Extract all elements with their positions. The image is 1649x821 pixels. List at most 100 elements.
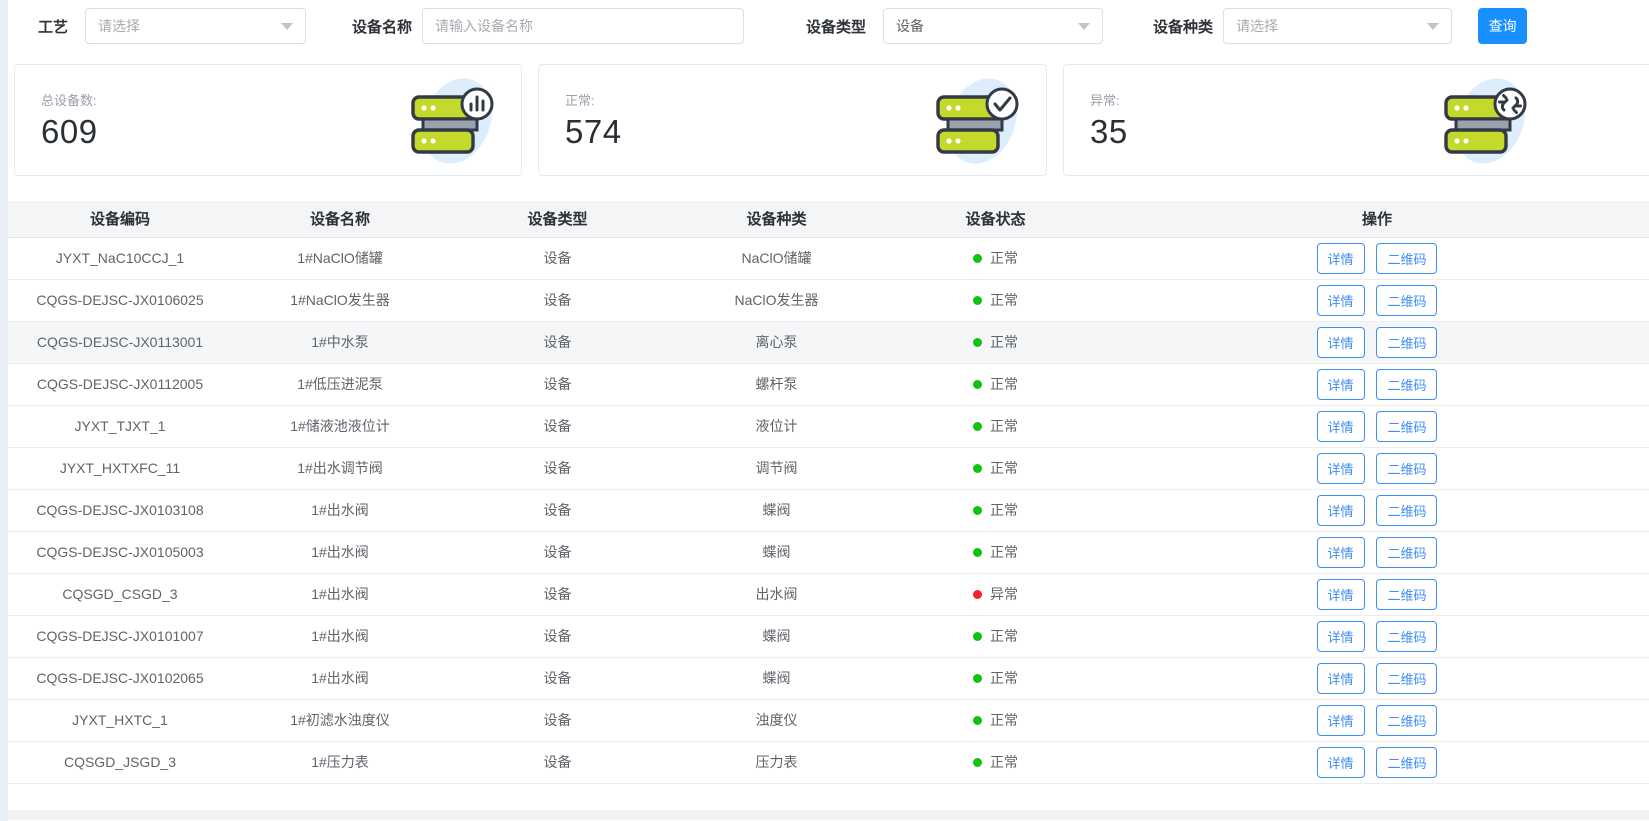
detail-button[interactable]: 详情 xyxy=(1317,285,1365,316)
device-kind-select[interactable]: 请选择 xyxy=(1223,8,1452,44)
detail-button[interactable]: 详情 xyxy=(1317,705,1365,736)
qrcode-button[interactable]: 二维码 xyxy=(1376,243,1437,274)
main-content: 工艺 请选择 设备名称 设备类型 设备 设备种类 xyxy=(8,0,1649,821)
actions-cell: 详情 二维码 xyxy=(1105,531,1649,573)
status-label: 正常 xyxy=(990,458,1018,478)
detail-button[interactable]: 详情 xyxy=(1317,537,1365,568)
device-kind-cell: 出水阀 xyxy=(667,573,886,615)
device-name-cell: 1#出水阀 xyxy=(232,489,448,531)
qrcode-button[interactable]: 二维码 xyxy=(1376,411,1437,442)
actions-cell: 详情 二维码 xyxy=(1105,447,1649,489)
search-button[interactable]: 查询 xyxy=(1478,8,1527,44)
device-name-input[interactable] xyxy=(435,18,731,34)
chevron-down-icon xyxy=(281,23,293,30)
detail-button[interactable]: 详情 xyxy=(1317,747,1365,778)
device-code-cell: CQSGD_JSGD_3 xyxy=(8,741,232,783)
device-kind-cell: 蝶阀 xyxy=(667,657,886,699)
device-name-cell: 1#低压进泥泵 xyxy=(232,363,448,405)
detail-button[interactable]: 详情 xyxy=(1317,369,1365,400)
total-devices-card: 总设备数: 609 xyxy=(14,64,522,176)
device-table: 设备编码 设备名称 设备类型 设备种类 设备状态 操作 JYXT_NaC10CC… xyxy=(8,201,1649,784)
status-label: 正常 xyxy=(990,248,1018,268)
table-row: CQGS-DEJSC-JX0113001 1#中水泵 设备 离心泵 正常 详情 … xyxy=(8,321,1649,363)
device-kind-filter-group: 设备种类 请选择 xyxy=(1153,8,1452,44)
process-select[interactable]: 请选择 xyxy=(85,8,306,44)
actions-cell: 详情 二维码 xyxy=(1105,321,1649,363)
col-header-device-code: 设备编码 xyxy=(8,201,232,237)
status-dot-icon xyxy=(973,632,982,641)
status-dot-icon xyxy=(973,254,982,263)
device-name-cell: 1#出水阀 xyxy=(232,657,448,699)
device-kind-cell: 蝶阀 xyxy=(667,531,886,573)
device-code-cell: JYXT_NaC10CCJ_1 xyxy=(8,237,232,279)
detail-button[interactable]: 详情 xyxy=(1317,411,1365,442)
detail-button[interactable]: 详情 xyxy=(1317,327,1365,358)
detail-button[interactable]: 详情 xyxy=(1317,453,1365,484)
device-name-cell: 1#NaClO储罐 xyxy=(232,237,448,279)
status-dot-icon xyxy=(973,674,982,683)
status-label: 正常 xyxy=(990,668,1018,688)
equipment-list-page: 工艺 请选择 设备名称 设备类型 设备 设备种类 xyxy=(0,0,1649,821)
detail-button[interactable]: 详情 xyxy=(1317,243,1365,274)
detail-button[interactable]: 详情 xyxy=(1317,495,1365,526)
status-label: 异常 xyxy=(990,584,1018,604)
detail-button[interactable]: 详情 xyxy=(1317,621,1365,652)
device-status-cell: 正常 xyxy=(886,615,1105,657)
filter-bar: 工艺 请选择 设备名称 设备类型 设备 设备种类 xyxy=(8,0,1649,52)
device-status-cell: 正常 xyxy=(886,363,1105,405)
actions-cell: 详情 二维码 xyxy=(1105,699,1649,741)
actions-cell: 详情 二维码 xyxy=(1105,657,1649,699)
qrcode-button[interactable]: 二维码 xyxy=(1376,747,1437,778)
device-type-cell: 设备 xyxy=(448,741,667,783)
device-type-select[interactable]: 设备 xyxy=(883,8,1103,44)
device-code-cell: CQGS-DEJSC-JX0112005 xyxy=(8,363,232,405)
qrcode-button[interactable]: 二维码 xyxy=(1376,621,1437,652)
device-status-cell: 正常 xyxy=(886,741,1105,783)
col-header-device-kind: 设备种类 xyxy=(667,201,886,237)
device-kind-cell: 浊度仪 xyxy=(667,699,886,741)
qrcode-button[interactable]: 二维码 xyxy=(1376,663,1437,694)
table-row: JYXT_NaC10CCJ_1 1#NaClO储罐 设备 NaClO储罐 正常 … xyxy=(8,237,1649,279)
abnormal-devices-value: 35 xyxy=(1090,113,1649,151)
device-type-cell: 设备 xyxy=(448,531,667,573)
qrcode-button[interactable]: 二维码 xyxy=(1376,495,1437,526)
actions-cell: 详情 二维码 xyxy=(1105,405,1649,447)
detail-button[interactable]: 详情 xyxy=(1317,579,1365,610)
table-row: CQSGD_CSGD_3 1#出水阀 设备 出水阀 异常 详情 二维码 xyxy=(8,573,1649,615)
qrcode-button[interactable]: 二维码 xyxy=(1376,537,1437,568)
qrcode-button[interactable]: 二维码 xyxy=(1376,285,1437,316)
device-name-field-wrap xyxy=(422,8,744,44)
device-type-cell: 设备 xyxy=(448,489,667,531)
server-bar-chart-icon xyxy=(407,73,499,174)
device-kind-cell: 压力表 xyxy=(667,741,886,783)
col-header-actions: 操作 xyxy=(1105,201,1649,237)
device-type-label: 设备类型 xyxy=(806,16,866,37)
table-row: CQGS-DEJSC-JX0112005 1#低压进泥泵 设备 螺杆泵 正常 详… xyxy=(8,363,1649,405)
chevron-down-icon xyxy=(1427,23,1439,30)
device-status-cell: 正常 xyxy=(886,321,1105,363)
detail-button[interactable]: 详情 xyxy=(1317,663,1365,694)
device-code-cell: CQGS-DEJSC-JX0113001 xyxy=(8,321,232,363)
qrcode-button[interactable]: 二维码 xyxy=(1376,705,1437,736)
actions-cell: 详情 二维码 xyxy=(1105,363,1649,405)
device-type-cell: 设备 xyxy=(448,279,667,321)
status-dot-icon xyxy=(973,590,982,599)
qrcode-button[interactable]: 二维码 xyxy=(1376,579,1437,610)
status-dot-icon xyxy=(973,464,982,473)
status-label: 正常 xyxy=(990,542,1018,562)
device-status-cell: 正常 xyxy=(886,657,1105,699)
qrcode-button[interactable]: 二维码 xyxy=(1376,369,1437,400)
stat-cards: 总设备数: 609 正常: 574 xyxy=(14,64,1649,176)
actions-cell: 详情 二维码 xyxy=(1105,573,1649,615)
status-label: 正常 xyxy=(990,290,1018,310)
device-type-filter-group: 设备类型 设备 xyxy=(806,8,1103,44)
status-dot-icon xyxy=(973,380,982,389)
device-kind-cell: 蝶阀 xyxy=(667,489,886,531)
device-type-cell: 设备 xyxy=(448,447,667,489)
device-kind-cell: 蝶阀 xyxy=(667,615,886,657)
qrcode-button[interactable]: 二维码 xyxy=(1376,327,1437,358)
device-name-cell: 1#出水阀 xyxy=(232,573,448,615)
device-type-cell: 设备 xyxy=(448,363,667,405)
process-filter-group: 工艺 请选择 xyxy=(38,8,306,44)
qrcode-button[interactable]: 二维码 xyxy=(1376,453,1437,484)
